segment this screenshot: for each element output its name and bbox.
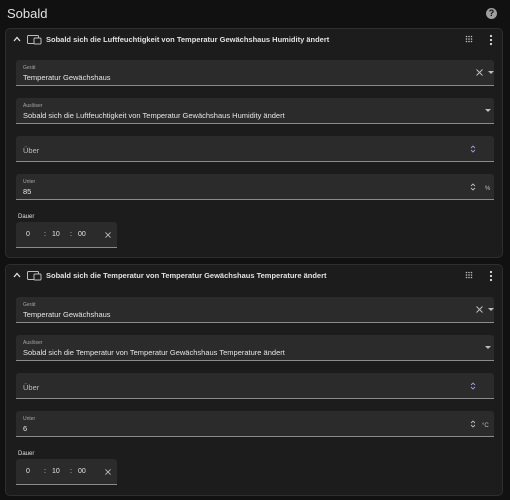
device-value: Temperatur Gewächshaus — [23, 73, 111, 82]
more-vertical-icon[interactable] — [489, 270, 493, 282]
dropdown-arrow-icon[interactable] — [485, 109, 491, 112]
below-value: 85 — [23, 187, 32, 196]
trigger-select[interactable]: Auslöser Sobald sich die Temperatur von … — [16, 335, 494, 361]
number-stepper-icon[interactable] — [470, 419, 476, 429]
duration-hours[interactable]: 0 — [26, 231, 30, 238]
number-stepper-icon[interactable] — [470, 144, 476, 154]
trigger-card: Sobald sich die Luftfeuchtigkeit von Tem… — [5, 28, 503, 258]
duration-minutes[interactable]: 10 — [52, 231, 60, 238]
card-title: Sobald sich die Luftfeuchtigkeit von Tem… — [46, 35, 330, 44]
above-placeholder: Über — [23, 383, 40, 392]
page-title: Sobald — [7, 6, 48, 21]
close-icon[interactable] — [105, 232, 111, 238]
page-header: Sobald ? — [0, 0, 510, 28]
number-stepper-icon[interactable] — [470, 381, 476, 391]
trigger-value: Sobald sich die Temperatur von Temperatu… — [23, 348, 285, 357]
duration-separator: : — [70, 468, 72, 475]
below-input[interactable]: Unter 85 % — [16, 174, 494, 200]
duration-separator: : — [70, 231, 72, 238]
above-input[interactable]: Über — [16, 373, 494, 399]
duration-input[interactable]: 0 : 10 : 00 — [16, 222, 117, 248]
above-input[interactable]: Über — [16, 136, 494, 162]
unit-label: % — [485, 186, 491, 192]
above-placeholder: Über — [23, 146, 40, 155]
chevron-up-icon[interactable] — [13, 271, 21, 279]
duration-minutes[interactable]: 10 — [52, 468, 60, 475]
card-title: Sobald sich die Temperatur von Temperatu… — [46, 271, 327, 280]
trigger-card: Sobald sich die Temperatur von Temperatu… — [5, 264, 503, 496]
device-value: Temperatur Gewächshaus — [23, 310, 111, 319]
dropdown-arrow-icon[interactable] — [488, 308, 494, 311]
dropdown-arrow-icon[interactable] — [485, 346, 491, 349]
duration-label: Dauer — [18, 214, 35, 220]
below-label: Unter — [23, 416, 36, 422]
card-header[interactable]: Sobald sich die Temperatur von Temperatu… — [6, 265, 502, 289]
close-icon[interactable] — [476, 69, 483, 76]
trigger-select[interactable]: Auslöser Sobald sich die Luftfeuchtigkei… — [16, 98, 494, 124]
duration-input[interactable]: 0 : 10 : 00 — [16, 459, 117, 485]
below-label: Unter — [23, 179, 36, 185]
help-icon[interactable]: ? — [486, 8, 497, 19]
trigger-label: Auslöser — [23, 340, 43, 346]
duration-seconds[interactable]: 00 — [78, 231, 86, 238]
below-value: 6 — [23, 424, 28, 433]
duration-hours[interactable]: 0 — [26, 468, 30, 475]
duration-separator: : — [44, 468, 46, 475]
card-header[interactable]: Sobald sich die Luftfeuchtigkeit von Tem… — [6, 29, 502, 53]
device-select[interactable]: Gerät Temperatur Gewächshaus — [16, 60, 494, 86]
duration-label: Dauer — [18, 451, 35, 457]
number-stepper-icon[interactable] — [470, 182, 476, 192]
drag-handle-icon[interactable] — [465, 35, 473, 43]
close-icon[interactable] — [105, 469, 111, 475]
drag-handle-icon[interactable] — [465, 271, 473, 279]
unit-label: °C — [482, 423, 489, 429]
chevron-up-icon[interactable] — [13, 35, 21, 43]
close-icon[interactable] — [476, 306, 483, 313]
device-icon — [27, 271, 42, 281]
below-input[interactable]: Unter 6 °C — [16, 411, 494, 437]
duration-seconds[interactable]: 00 — [78, 468, 86, 475]
trigger-value: Sobald sich die Luftfeuchtigkeit von Tem… — [23, 111, 285, 120]
device-label: Gerät — [23, 302, 36, 308]
more-vertical-icon[interactable] — [489, 34, 493, 46]
trigger-label: Auslöser — [23, 103, 43, 109]
dropdown-arrow-icon[interactable] — [488, 71, 494, 74]
duration-separator: : — [44, 231, 46, 238]
device-label: Gerät — [23, 65, 36, 71]
device-select[interactable]: Gerät Temperatur Gewächshaus — [16, 297, 494, 323]
device-icon — [27, 35, 42, 45]
